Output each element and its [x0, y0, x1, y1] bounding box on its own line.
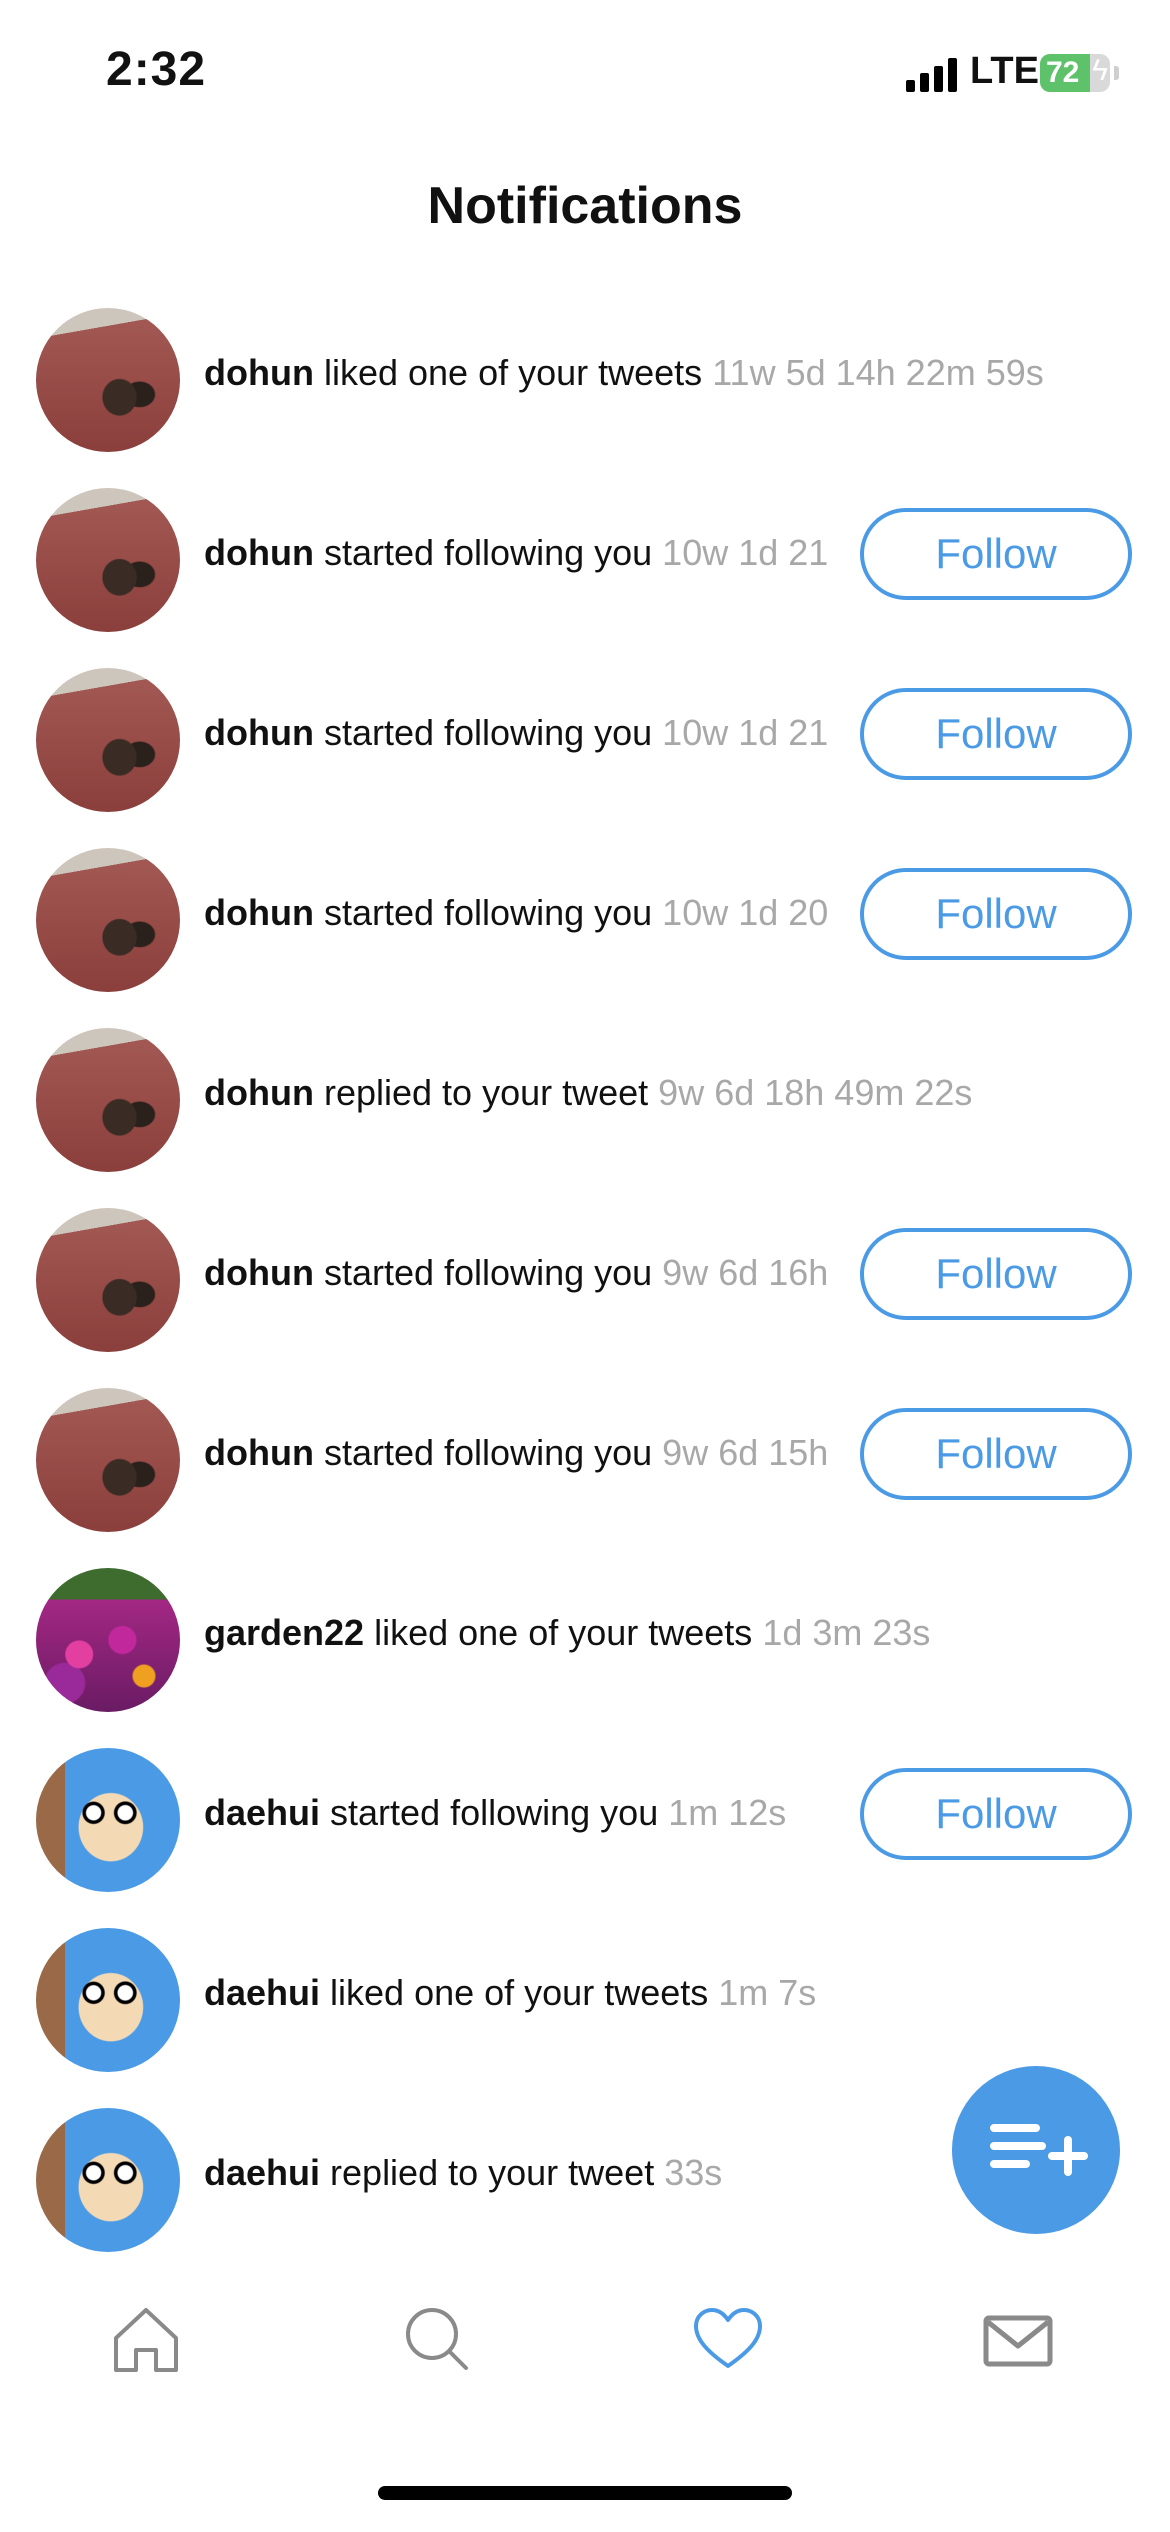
follow-button[interactable]: Follow — [860, 1768, 1132, 1860]
notification-message: started following you — [330, 1792, 659, 1833]
avatar[interactable] — [36, 488, 180, 632]
timestamp: 10w 1d 21 — [662, 532, 829, 573]
tab-notifications[interactable] — [688, 2300, 768, 2380]
follow-button[interactable]: Follow — [860, 1228, 1132, 1320]
notification-text: dohun started following you 10w 1d 21 — [204, 712, 854, 754]
notification-text: daehui replied to your tweet 33s — [204, 2152, 722, 2194]
notification-message: started following you — [323, 532, 653, 573]
notification-row[interactable]: dohun liked one of your tweets 11w 5d 14… — [0, 290, 1170, 470]
compose-tweet-button[interactable] — [952, 2066, 1120, 2234]
compose-tweet-icon — [990, 2124, 1088, 2176]
avatar[interactable] — [36, 848, 180, 992]
home-indicator — [378, 2486, 792, 2500]
follow-button[interactable]: Follow — [860, 1408, 1132, 1500]
username[interactable]: dohun — [204, 532, 314, 573]
username[interactable]: dohun — [204, 1072, 314, 1113]
username[interactable]: dohun — [204, 1252, 314, 1293]
search-icon — [406, 2308, 468, 2370]
timestamp: 9w 6d 18h 49m 22s — [658, 1072, 973, 1113]
notification-row[interactable]: dohun started following you 10w 1d 21 Fol… — [0, 650, 1170, 830]
avatar[interactable] — [36, 1028, 180, 1172]
avatar[interactable] — [36, 668, 180, 812]
charging-bolt-icon: ϟ — [1092, 54, 1108, 87]
timestamp: 9w 6d 15h — [662, 1432, 829, 1473]
timestamp: 33s — [664, 2152, 723, 2193]
notification-text: garden22 liked one of your tweets 1d 3m … — [204, 1612, 930, 1654]
timestamp: 10w 1d 20 — [662, 892, 829, 933]
notification-text: dohun started following you 10w 1d 21 — [204, 532, 854, 574]
notification-message: replied to your tweet — [330, 2152, 655, 2193]
username[interactable]: daehui — [204, 2152, 320, 2193]
notification-row[interactable]: garden22 liked one of your tweets 1d 3m … — [0, 1550, 1170, 1730]
avatar[interactable] — [36, 1568, 180, 1712]
tab-home[interactable] — [106, 2300, 186, 2380]
timestamp: 10w 1d 21 — [662, 712, 829, 753]
username[interactable]: daehui — [204, 1792, 320, 1833]
notification-text: dohun started following you 10w 1d 20 — [204, 892, 854, 934]
notification-text: daehui liked one of your tweets 1m 7s — [204, 1972, 816, 2014]
notification-message: replied to your tweet — [323, 1072, 649, 1113]
follow-button[interactable]: Follow — [860, 688, 1132, 780]
battery-percent: 72 — [1046, 56, 1080, 89]
page-title: Notifications — [427, 177, 743, 235]
notification-list: dohun liked one of your tweets 11w 5d 14… — [0, 290, 1170, 2270]
notification-text: dohun liked one of your tweets 11w 5d 14… — [204, 352, 1044, 394]
signal-icon — [906, 58, 957, 92]
notification-message: liked one of your tweets — [374, 1612, 753, 1653]
username[interactable]: garden22 — [204, 1612, 364, 1653]
battery-icon: 72 ϟ — [1040, 54, 1110, 92]
timestamp: 1m 7s — [718, 1972, 817, 2013]
notification-row[interactable]: dohun started following you 9w 6d 15h Fol… — [0, 1370, 1170, 1550]
notification-row[interactable]: dohun replied to your tweet 9w 6d 18h 49… — [0, 1010, 1170, 1190]
avatar[interactable] — [36, 1388, 180, 1532]
username[interactable]: dohun — [204, 1432, 314, 1473]
username[interactable]: daehui — [204, 1972, 320, 2013]
status-time: 2:32 — [106, 43, 207, 96]
notification-message: liked one of your tweets — [330, 1972, 709, 2013]
notification-message: liked one of your tweets — [323, 352, 703, 393]
username[interactable]: dohun — [204, 892, 314, 933]
notification-text: dohun started following you 9w 6d 16h — [204, 1252, 854, 1294]
heart-icon — [694, 2308, 762, 2368]
avatar[interactable] — [36, 1748, 180, 1892]
timestamp: 1m 12s — [668, 1792, 787, 1833]
tab-bar — [0, 2290, 1170, 2390]
notification-text: dohun started following you 9w 6d 15h — [204, 1432, 854, 1474]
notification-message: started following you — [323, 712, 653, 753]
tab-search[interactable] — [396, 2300, 476, 2380]
follow-button[interactable]: Follow — [860, 868, 1132, 960]
timestamp: 9w 6d 16h — [662, 1252, 829, 1293]
username[interactable]: dohun — [204, 712, 314, 753]
tab-messages[interactable] — [978, 2300, 1058, 2380]
timestamp: 1d 3m 23s — [762, 1612, 931, 1653]
network-label: LTE — [970, 50, 1039, 92]
notification-row[interactable]: dohun started following you 10w 1d 21 Fol… — [0, 470, 1170, 650]
username[interactable]: dohun — [204, 352, 314, 393]
avatar[interactable] — [36, 1208, 180, 1352]
notification-text: daehui started following you 1m 12s — [204, 1792, 854, 1834]
notification-message: started following you — [323, 892, 653, 933]
timestamp: 11w 5d 14h 22m 59s — [712, 352, 1044, 393]
home-icon — [114, 2308, 178, 2372]
notification-row[interactable]: daehui started following you 1m 12s Follo… — [0, 1730, 1170, 1910]
notification-row[interactable]: dohun started following you 10w 1d 20 Fol… — [0, 830, 1170, 1010]
avatar[interactable] — [36, 2108, 180, 2252]
notification-message: started following you — [323, 1432, 653, 1473]
notification-text: dohun replied to your tweet 9w 6d 18h 49… — [204, 1072, 972, 1114]
avatar[interactable] — [36, 308, 180, 452]
battery-tip — [1114, 66, 1119, 80]
status-bar: 2:32 LTE 72 ϟ — [0, 0, 1170, 140]
mail-icon — [983, 2315, 1053, 2367]
avatar[interactable] — [36, 1928, 180, 2072]
notification-message: started following you — [323, 1252, 653, 1293]
notification-row[interactable]: daehui liked one of your tweets 1m 7s — [0, 1910, 1170, 2090]
follow-button[interactable]: Follow — [860, 508, 1132, 600]
notification-row[interactable]: dohun started following you 9w 6d 16h Fol… — [0, 1190, 1170, 1370]
